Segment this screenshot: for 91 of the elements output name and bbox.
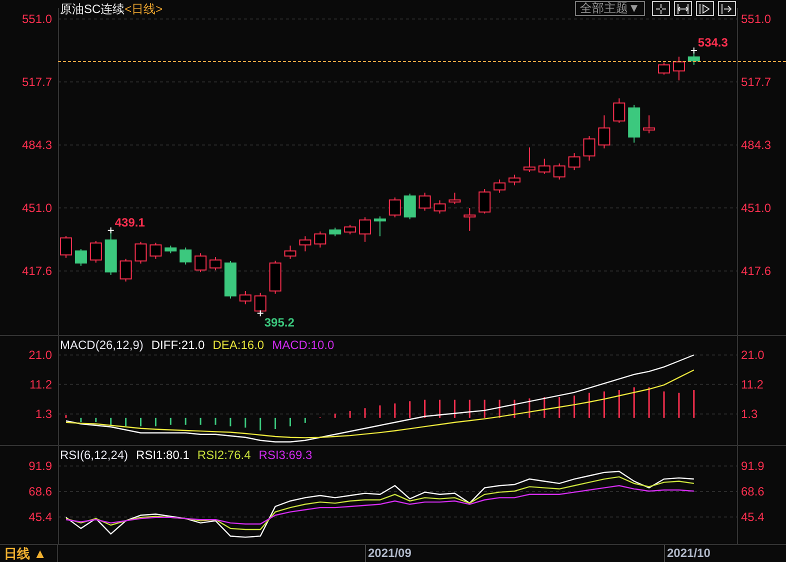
- axis-label: 21.0: [741, 348, 764, 362]
- indicator-value: RSI2:76.4: [197, 449, 251, 461]
- candle: [478, 188, 491, 214]
- axis-label: 417.6: [741, 264, 772, 278]
- price-annotation: 439.1: [114, 215, 145, 230]
- candle: [508, 174, 520, 186]
- marker-icon: [256, 310, 264, 317]
- axis-label: 417.6: [22, 264, 52, 278]
- candle: [613, 98, 626, 124]
- date-label: 2021/10: [664, 545, 710, 562]
- candle: [598, 114, 610, 149]
- crosshair-icon: [656, 4, 666, 14]
- period-label: <日线>: [124, 3, 163, 15]
- axis-label: 45.4: [741, 510, 764, 524]
- indicator-value: DIFF:21.0: [151, 339, 205, 351]
- candle: [628, 104, 640, 144]
- axis-label: 517.7: [741, 74, 772, 89]
- chart-title: 原油SC连续: [60, 3, 125, 15]
- indicator-title: RSI(6,12,24): [60, 449, 128, 461]
- candle: [120, 258, 132, 282]
- indicator-title: MACD(26,12,9): [60, 339, 144, 351]
- axis-label: 484.3: [22, 138, 52, 152]
- indicator-value: RSI1:80.1: [136, 449, 190, 461]
- candle: [180, 247, 192, 266]
- toolbar-button[interactable]: [696, 1, 714, 16]
- axis-label: 451.0: [22, 200, 52, 215]
- indicator-value: DEA:16.0: [212, 339, 264, 351]
- candle: [239, 290, 252, 305]
- candle: [344, 224, 356, 235]
- candle: [448, 192, 461, 205]
- marker-icon: [107, 226, 114, 234]
- axis-label: 1.3: [741, 407, 758, 421]
- candle: [672, 56, 685, 81]
- marker-icon: [690, 47, 698, 54]
- toolbar-button[interactable]: [674, 1, 692, 16]
- toolbar-button[interactable]: [652, 1, 670, 16]
- candle: [388, 196, 401, 218]
- axis-label: 21.0: [28, 348, 52, 362]
- candle: [374, 216, 386, 237]
- candle: [284, 245, 296, 260]
- candle: [60, 236, 72, 258]
- candle: [299, 236, 312, 252]
- axis-label: 517.7: [22, 74, 52, 89]
- candle: [583, 136, 596, 162]
- axis-label: 1.3: [35, 407, 52, 421]
- date-label: 2021/09: [365, 545, 412, 562]
- candle: [523, 146, 536, 172]
- candle: [210, 256, 222, 271]
- candle: [150, 242, 162, 260]
- candle: [359, 216, 371, 242]
- axis-label: 451.0: [741, 200, 772, 215]
- price-annotation: 534.3: [698, 36, 728, 50]
- candle: [254, 292, 266, 314]
- axis-label: 91.9: [741, 458, 764, 473]
- axis-label: 91.9: [28, 458, 52, 473]
- candle: [658, 62, 670, 76]
- candle: [134, 241, 147, 264]
- indicator-value: MACD:10.0: [272, 339, 334, 351]
- candle: [314, 230, 326, 248]
- candle: [418, 192, 431, 212]
- candle: [90, 240, 102, 264]
- axis-label: 11.2: [741, 377, 764, 392]
- indicator-value: RSI3:69.3: [258, 449, 312, 461]
- candle: [194, 252, 207, 273]
- arrow-right-icon: [721, 4, 733, 14]
- axis-label: 11.2: [30, 377, 52, 392]
- axis-label: 68.6: [741, 484, 764, 499]
- axis-label: 68.6: [28, 484, 52, 499]
- range-icon: [677, 4, 689, 14]
- candle: [329, 227, 342, 237]
- axis-label: 551.0: [741, 12, 772, 26]
- candle: [164, 245, 177, 254]
- candle: [494, 179, 506, 194]
- candle: [553, 162, 566, 180]
- candle: [568, 152, 580, 171]
- candle: [538, 158, 550, 174]
- period-button[interactable]: 日线 ▲: [0, 545, 58, 562]
- toolbar-button[interactable]: [718, 1, 736, 16]
- axis-label: 551.0: [22, 12, 52, 26]
- theme-dropdown[interactable]: 全部主题▼: [575, 1, 645, 16]
- candle: [404, 193, 416, 220]
- price-annotation: 395.2: [264, 315, 294, 330]
- axis-label: 45.4: [28, 510, 52, 524]
- play-icon: [699, 4, 711, 14]
- candle: [224, 260, 236, 300]
- candle: [269, 260, 282, 294]
- candle: [74, 248, 87, 266]
- candle: [464, 208, 476, 232]
- candle: [643, 114, 656, 134]
- axis-label: 484.3: [741, 138, 772, 152]
- candle: [434, 200, 446, 214]
